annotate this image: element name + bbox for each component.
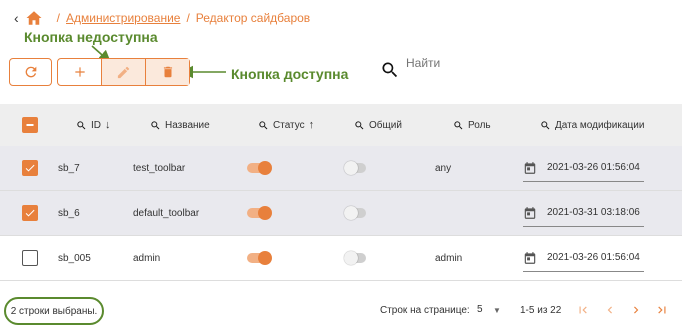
breadcrumb-link-admin[interactable]: Администрирование [66, 11, 180, 25]
calendar-icon[interactable] [523, 206, 537, 220]
caret-down-icon[interactable]: ▼ [493, 306, 501, 315]
col-status-label: Статус [273, 119, 305, 131]
row-checkbox[interactable] [22, 205, 38, 221]
last-page-icon [658, 306, 666, 314]
search-icon [77, 120, 86, 129]
row-id: sb_7 [58, 162, 80, 174]
minus-icon [26, 124, 34, 126]
table-row[interactable]: sb_7 test_toolbar any 2021-03-26 01:56:0… [0, 146, 682, 191]
col-id-label: ID [91, 119, 101, 131]
add-button[interactable] [58, 59, 101, 85]
check-icon [25, 164, 35, 172]
next-page-button[interactable] [627, 301, 645, 319]
rows-per-page-label: Строк на странице: [380, 305, 470, 316]
search-icon [454, 120, 463, 129]
row-id: sb_6 [58, 207, 80, 219]
shared-toggle[interactable] [344, 161, 366, 175]
status-toggle[interactable] [247, 251, 272, 265]
shared-toggle[interactable] [344, 251, 366, 265]
col-name-label: Название [165, 119, 210, 131]
table-row[interactable]: sb_6 default_toolbar 2021-03-31 03:18:06 [0, 191, 682, 236]
annotation-available: Кнопка доступна [231, 66, 349, 82]
plus-icon [74, 67, 85, 77]
first-page-icon [579, 306, 587, 314]
check-icon [25, 209, 35, 217]
rows-per-page-select[interactable]: 5 [477, 304, 483, 315]
table-header: ID ↓ Название Статус ↑ Общий Роль Дата м… [0, 104, 682, 146]
breadcrumb-current: Редактор сайдбаров [195, 11, 311, 25]
col-shared-label: Общий [369, 119, 402, 131]
prev-page-button[interactable] [601, 301, 619, 319]
status-toggle[interactable] [247, 206, 272, 220]
breadcrumb-separator: / [56, 11, 61, 25]
row-name: default_toolbar [133, 207, 200, 219]
row-date: 2021-03-31 03:18:06 [547, 207, 640, 218]
col-role-label: Роль [468, 119, 491, 131]
search-icon [541, 120, 550, 129]
refresh-button[interactable] [9, 58, 52, 86]
col-role[interactable]: Роль [453, 104, 491, 146]
search-icon [259, 120, 268, 129]
table-footer: 2 строки выбраны. Строк на странице: 5 ▼… [0, 295, 682, 331]
row-role: admin [435, 252, 463, 264]
col-name[interactable]: Название [150, 104, 210, 146]
selected-count: 2 строки выбраны. [4, 297, 104, 325]
row-name: test_toolbar [133, 162, 186, 174]
home-icon[interactable] [25, 9, 43, 27]
search-input[interactable] [406, 56, 646, 70]
delete-button[interactable] [145, 59, 189, 85]
col-date[interactable]: Дата модификации [540, 104, 644, 146]
date-field[interactable]: 2021-03-31 03:18:06 [523, 199, 644, 227]
col-shared[interactable]: Общий [354, 104, 402, 146]
search-icon [151, 120, 160, 129]
search-bar [380, 55, 670, 85]
edit-button[interactable] [101, 59, 145, 85]
trash-icon [163, 66, 172, 78]
row-checkbox[interactable] [22, 160, 38, 176]
select-all-checkbox[interactable] [22, 117, 38, 133]
back-chevron-icon[interactable]: ‹ [14, 10, 19, 26]
sort-down-icon: ↓ [105, 119, 111, 131]
row-name: admin [133, 252, 161, 264]
row-id: sb_005 [58, 252, 91, 264]
row-checkbox[interactable] [22, 250, 38, 266]
pencil-icon [117, 66, 130, 78]
date-field[interactable]: 2021-03-26 01:56:04 [523, 154, 644, 182]
row-date: 2021-03-26 01:56:04 [547, 252, 640, 263]
select-all-cell [22, 104, 38, 146]
annotation-unavailable: Кнопка недоступна [24, 29, 158, 45]
col-status[interactable]: Статус ↑ [258, 104, 314, 146]
page-range: 1-5 из 22 [520, 305, 562, 316]
row-role: any [435, 162, 452, 174]
col-date-label: Дата модификации [555, 119, 645, 131]
refresh-icon [25, 66, 36, 78]
chevron-left-icon [607, 306, 612, 314]
breadcrumb-separator: / [186, 11, 190, 25]
date-field[interactable]: 2021-03-26 01:56:04 [523, 244, 644, 272]
status-toggle[interactable] [247, 161, 272, 175]
sort-up-icon: ↑ [308, 119, 315, 131]
calendar-icon[interactable] [523, 161, 537, 175]
col-id[interactable]: ID ↓ [76, 104, 111, 146]
last-page-button[interactable] [653, 301, 671, 319]
row-actions-group [57, 58, 190, 86]
row-date: 2021-03-26 01:56:04 [547, 162, 640, 173]
chevron-right-icon [634, 306, 639, 314]
breadcrumb: ‹ / Администрирование / Редактор сайдбар… [14, 8, 310, 28]
first-page-button[interactable] [574, 301, 592, 319]
search-icon [382, 62, 398, 78]
search-icon [355, 120, 364, 129]
shared-toggle[interactable] [344, 206, 366, 220]
calendar-icon[interactable] [523, 251, 537, 265]
table-row[interactable]: sb_005 admin admin 2021-03-26 01:56:04 [0, 236, 682, 281]
